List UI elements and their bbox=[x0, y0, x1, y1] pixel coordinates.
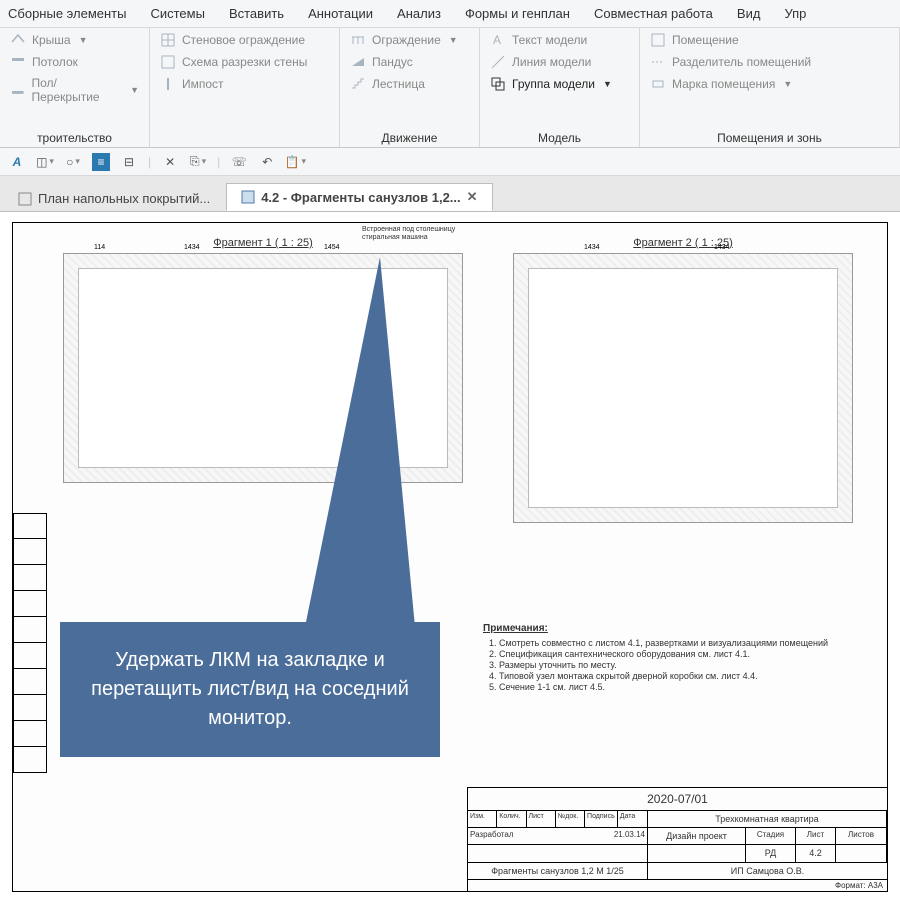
menu-item[interactable]: Вид bbox=[737, 6, 761, 21]
project-name: Трехкомнатная квартира bbox=[648, 811, 887, 828]
grid-icon bbox=[160, 32, 176, 48]
washer-label: Встроенная под столешницу стиральная маш… bbox=[362, 226, 472, 241]
mullion-icon bbox=[160, 76, 176, 92]
revision-grid bbox=[13, 513, 47, 773]
tag-icon bbox=[650, 76, 666, 92]
cube-icon[interactable]: ◫▾ bbox=[36, 153, 54, 171]
tab-floor-plan[interactable]: План напольных покрытий... bbox=[4, 186, 224, 211]
tree-icon[interactable]: ⊟ bbox=[120, 153, 138, 171]
instruction-callout: Удержать ЛКМ на закладке и перетащить ли… bbox=[60, 622, 440, 757]
stair-button[interactable]: Лестница bbox=[350, 76, 469, 92]
sheet-icon bbox=[241, 190, 255, 204]
room-icon bbox=[650, 32, 666, 48]
menu-item[interactable]: Аннотации bbox=[308, 6, 373, 21]
svg-text:A: A bbox=[493, 33, 501, 47]
group-label: Движение bbox=[350, 129, 469, 145]
view-tab-bar: План напольных покрытий... 4.2 - Фрагмен… bbox=[0, 176, 900, 212]
note-item: Сечение 1-1 см. лист 4.5. bbox=[499, 682, 883, 692]
note-item: Типовой узел монтажа скрытой дверной кор… bbox=[499, 671, 883, 681]
ramp-button[interactable]: Пандус bbox=[350, 54, 469, 70]
menu-item[interactable]: Формы и генплан bbox=[465, 6, 570, 21]
dot-icon[interactable]: ○▾ bbox=[64, 153, 82, 171]
menu-bar: Сборные элементы Системы Вставить Аннота… bbox=[0, 0, 900, 28]
sheet-name: Фрагменты санузлов 1,2 М 1/25 bbox=[468, 863, 648, 879]
sheet-icon bbox=[18, 192, 32, 206]
menu-item[interactable]: Системы bbox=[150, 6, 204, 21]
roof-icon bbox=[10, 32, 26, 48]
room-separator-button[interactable]: Разделитель помещений bbox=[650, 54, 889, 70]
group-label: троительство bbox=[10, 129, 139, 145]
ribbon-group-build: Крыша▼ Потолок Пол/Перекрытие▼ троительс… bbox=[0, 28, 150, 147]
model-text-button[interactable]: AТекст модели bbox=[490, 32, 629, 48]
author: ИП Самцова О.В. bbox=[648, 863, 887, 879]
ribbon-group-model: AТекст модели Линия модели Группа модели… bbox=[480, 28, 640, 147]
text-icon: A bbox=[490, 32, 506, 48]
ramp-icon bbox=[350, 54, 366, 70]
menu-item[interactable]: Совместная работа bbox=[594, 6, 713, 21]
curtain-wall-button[interactable]: Стеновое ограждение bbox=[160, 32, 329, 48]
notes-title: Примечания: bbox=[483, 623, 883, 634]
roof-button[interactable]: Крыша▼ bbox=[10, 32, 139, 48]
fragment-2: Фрагмент 2 ( 1 : 25) 1434 1434 5.21 м² С… bbox=[513, 237, 853, 523]
menu-item[interactable]: Сборные элементы bbox=[8, 6, 126, 21]
plan-view: 1434 1434 5.21 м² СП2 bbox=[513, 253, 853, 523]
mullion-button[interactable]: Импост bbox=[160, 76, 329, 92]
list-icon[interactable]: ≡ bbox=[92, 153, 110, 171]
floor-button[interactable]: Пол/Перекрытие▼ bbox=[10, 76, 139, 104]
note-item: Размеры уточнить по месту. bbox=[499, 660, 883, 670]
quick-access-toolbar: A ◫▾ ○▾ ≡ ⊟ | ✕ ⎘▾ | ☏ ↶ 📋▾ bbox=[0, 148, 900, 176]
menu-item[interactable]: Упр bbox=[784, 6, 806, 21]
room-button[interactable]: Помещение bbox=[650, 32, 889, 48]
fragment-1: Фрагмент 1 ( 1 : 25) Встроенная под стол… bbox=[63, 237, 463, 483]
fragment-title: Фрагмент 2 ( 1 : 25) bbox=[513, 237, 853, 249]
model-line-button[interactable]: Линия модели bbox=[490, 54, 629, 70]
ceiling-button[interactable]: Потолок bbox=[10, 54, 139, 70]
note-item: Смотреть совместно с листом 4.1, разверт… bbox=[499, 638, 883, 648]
line-icon bbox=[490, 54, 506, 70]
ribbon-group-wall: Стеновое ограждение Схема разрезки стены… bbox=[150, 28, 340, 147]
separator-icon bbox=[650, 54, 666, 70]
group-label: Помещения и зонь bbox=[650, 129, 889, 145]
paste-icon[interactable]: 📋▾ bbox=[286, 153, 304, 171]
ceiling-icon bbox=[10, 54, 26, 70]
copy-icon[interactable]: ⎘▾ bbox=[189, 153, 207, 171]
ribbon-group-circulation: Ограждение▼ Пандус Лестница Движение bbox=[340, 28, 480, 147]
group-label: Модель bbox=[490, 129, 629, 145]
stair-icon bbox=[350, 76, 366, 92]
model-group-button[interactable]: Группа модели▼ bbox=[490, 76, 629, 92]
close-icon[interactable]: ✕ bbox=[467, 189, 478, 205]
title-block: 2020-07/01 Изм. Колич. Лист №док. Подпис… bbox=[467, 787, 887, 891]
drawing-canvas[interactable]: Фрагмент 1 ( 1 : 25) Встроенная под стол… bbox=[0, 212, 900, 902]
format-label: Формат: А3А bbox=[468, 879, 887, 891]
tab-fragments[interactable]: 4.2 - Фрагменты санузлов 1,2... ✕ bbox=[226, 183, 492, 211]
undo-icon[interactable]: ↶ bbox=[258, 153, 276, 171]
text-tool-icon[interactable]: A bbox=[8, 153, 26, 171]
group-icon bbox=[490, 76, 506, 92]
railing-button[interactable]: Ограждение▼ bbox=[350, 32, 469, 48]
curtain-grid-button[interactable]: Схема разрезки стены bbox=[160, 54, 329, 70]
sheet: Фрагмент 1 ( 1 : 25) Встроенная под стол… bbox=[12, 222, 888, 892]
phone-icon[interactable]: ☏ bbox=[230, 153, 248, 171]
ribbon: Крыша▼ Потолок Пол/Перекрытие▼ троительс… bbox=[0, 28, 900, 148]
ribbon-group-rooms: Помещение Разделитель помещений Марка по… bbox=[640, 28, 900, 147]
plan-view: Встроенная под столешницу стиральная маш… bbox=[63, 253, 463, 483]
group-label bbox=[160, 143, 329, 145]
project-code: 2020-07/01 bbox=[468, 788, 887, 811]
railing-icon bbox=[350, 32, 366, 48]
notes-block: Примечания: Смотреть совместно с листом … bbox=[483, 623, 883, 693]
menu-item[interactable]: Вставить bbox=[229, 6, 284, 21]
grid-icon bbox=[160, 54, 176, 70]
floor-icon bbox=[10, 82, 26, 98]
note-item: Спецификация сантехнического оборудовани… bbox=[499, 649, 883, 659]
room-tag-button[interactable]: Марка помещения▼ bbox=[650, 76, 889, 92]
menu-item[interactable]: Анализ bbox=[397, 6, 441, 21]
delete-icon[interactable]: ✕ bbox=[161, 153, 179, 171]
